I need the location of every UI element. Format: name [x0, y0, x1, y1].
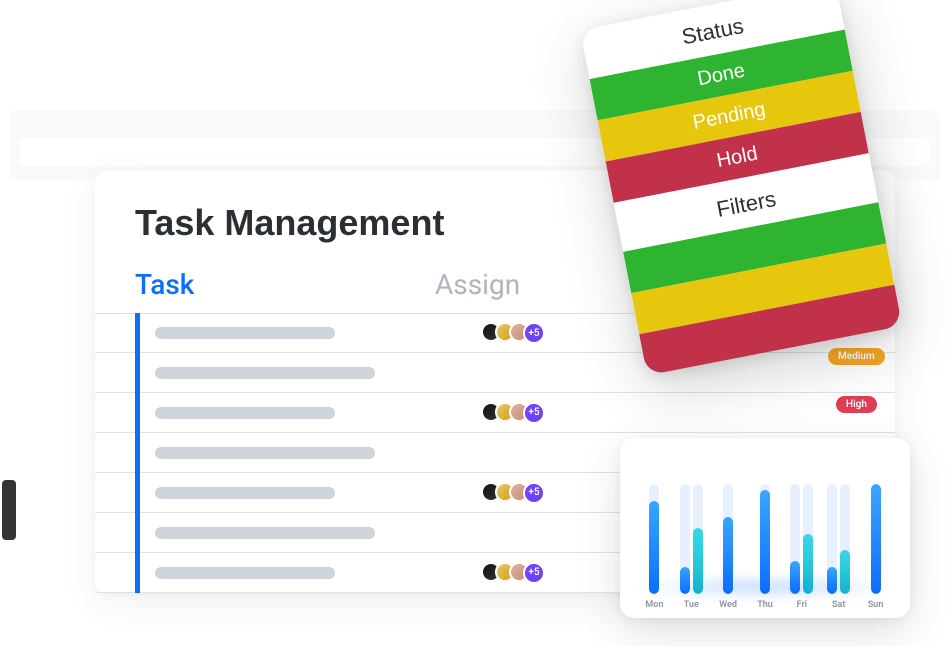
chart-x-label: Fri — [797, 600, 807, 610]
avatar-more-badge[interactable]: +5 — [523, 322, 545, 344]
task-name-placeholder — [155, 487, 335, 499]
task-name-placeholder — [155, 407, 335, 419]
row-accent — [135, 472, 140, 513]
chart-bar-track — [723, 484, 733, 594]
chart-column: Thu — [753, 484, 778, 610]
assign-cell: +5 — [481, 402, 545, 424]
chart-bar-fill — [840, 550, 850, 594]
chart-column: Tue — [679, 484, 704, 610]
chart-bar-fill — [723, 517, 733, 594]
task-cell — [143, 407, 481, 419]
task-cell — [143, 567, 481, 579]
table-row[interactable] — [95, 353, 895, 393]
avatar-stack[interactable]: +5 — [481, 562, 545, 584]
column-header-task[interactable]: Task — [135, 268, 435, 301]
sidebar-stub — [2, 480, 16, 540]
priority-pill-medium[interactable]: Medium — [828, 348, 885, 365]
task-name-placeholder — [155, 327, 335, 339]
avatar-more-badge[interactable]: +5 — [523, 402, 545, 424]
chart-bar-fill — [693, 528, 703, 594]
row-accent — [135, 512, 140, 553]
task-name-placeholder — [155, 527, 375, 539]
priority-pill-high[interactable]: High — [836, 396, 877, 413]
chart-bar-track — [827, 484, 837, 594]
task-cell — [143, 527, 481, 539]
avatar-stack[interactable]: +5 — [481, 482, 545, 504]
row-accent — [135, 432, 140, 473]
chart-bar-fill — [871, 484, 881, 594]
avatar-stack[interactable]: +5 — [481, 402, 545, 424]
chart-column: Wed — [716, 484, 741, 610]
task-cell — [143, 487, 481, 499]
row-accent — [135, 552, 140, 593]
task-name-placeholder — [155, 447, 375, 459]
task-cell — [143, 327, 481, 339]
task-cell — [143, 447, 481, 459]
chart-x-label: Sun — [868, 600, 884, 610]
chart-x-label: Sat — [832, 600, 845, 610]
chart-column: Sat — [826, 484, 851, 610]
column-header-assign[interactable]: Assign — [435, 268, 520, 301]
chart-bar-fill — [790, 561, 800, 594]
chart-bar-track — [693, 484, 703, 594]
chart-bar-fill — [760, 490, 770, 595]
row-accent — [135, 352, 140, 393]
chart-x-label: Thu — [757, 600, 773, 610]
chart-bar-track — [840, 484, 850, 594]
task-name-placeholder — [155, 367, 375, 379]
task-name-placeholder — [155, 567, 335, 579]
chart-bar-fill — [680, 567, 690, 595]
chart-bar-track — [649, 484, 659, 594]
weekly-chart: Mon Tue Wed Thu Fri Sat Sun — [638, 456, 892, 610]
chart-x-label: Wed — [719, 600, 737, 610]
chart-x-label: Mon — [645, 600, 663, 610]
chart-x-label: Tue — [684, 600, 699, 610]
assign-cell: +5 — [481, 322, 545, 344]
chart-column: Sun — [863, 484, 888, 610]
weekly-chart-card: Mon Tue Wed Thu Fri Sat Sun — [620, 438, 910, 618]
chart-bar-track — [803, 484, 813, 594]
chart-column: Mon — [642, 484, 667, 610]
assign-cell: +5 — [481, 482, 545, 504]
row-accent — [135, 392, 140, 433]
chart-bar-fill — [803, 534, 813, 595]
chart-bar-fill — [649, 501, 659, 595]
avatar-more-badge[interactable]: +5 — [523, 482, 545, 504]
avatar-stack[interactable]: +5 — [481, 322, 545, 344]
chart-bar-fill — [827, 567, 837, 595]
assign-cell: +5 — [481, 562, 545, 584]
avatar-more-badge[interactable]: +5 — [523, 562, 545, 584]
table-row[interactable]: +5 — [95, 393, 895, 433]
row-accent — [135, 313, 140, 353]
chart-bar-track — [790, 484, 800, 594]
chart-column: Fri — [789, 484, 814, 610]
chart-bar-track — [871, 484, 881, 594]
chart-bar-track — [760, 484, 770, 594]
task-cell — [143, 367, 481, 379]
chart-bar-track — [680, 484, 690, 594]
